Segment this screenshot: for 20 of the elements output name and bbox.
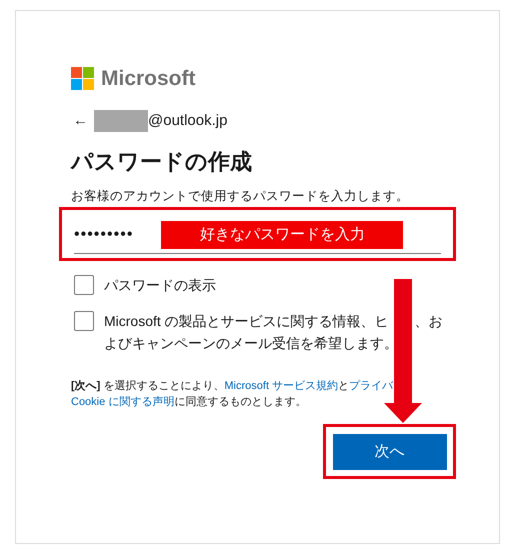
back-arrow[interactable]: ←	[73, 110, 88, 132]
link[interactable]: Microsoft サービス規約	[224, 380, 338, 392]
checkbox-label: Microsoft の製品とサービスに関する情報、ヒ	[104, 312, 389, 332]
annotation-label: 好きなパスワードを入力	[161, 220, 404, 249]
logo-icon	[71, 67, 94, 90]
checkbox-label: 、お	[414, 312, 443, 332]
link[interactable]: プライバ	[349, 380, 394, 392]
checkbox[interactable]	[74, 311, 94, 332]
checkbox-label: パスワードの表示	[104, 276, 216, 296]
checkbox-label: よびキャンペーンのメール受信を希望します。	[104, 334, 398, 354]
checkbox[interactable]	[74, 275, 94, 296]
email-address: @outlook.jp	[148, 111, 228, 131]
link[interactable]: Cookie に関する声明	[71, 396, 174, 408]
instruction-text: お客様のアカウントで使用するパスワードを入力します。	[70, 188, 410, 204]
logo-text: Microsoft	[101, 68, 196, 89]
password-field[interactable]: ••••••••• 好きなパスワードを入力	[74, 216, 441, 254]
page-title: パスワードの作成	[69, 148, 253, 176]
next-button[interactable]: 次へ	[332, 434, 446, 470]
legal-text: [次へ] を選択することにより、Microsoft サービス規約 と プライバ Cookie に関する声明に同意するものとします。	[70, 378, 394, 410]
password-value: •••••••••	[74, 224, 134, 245]
